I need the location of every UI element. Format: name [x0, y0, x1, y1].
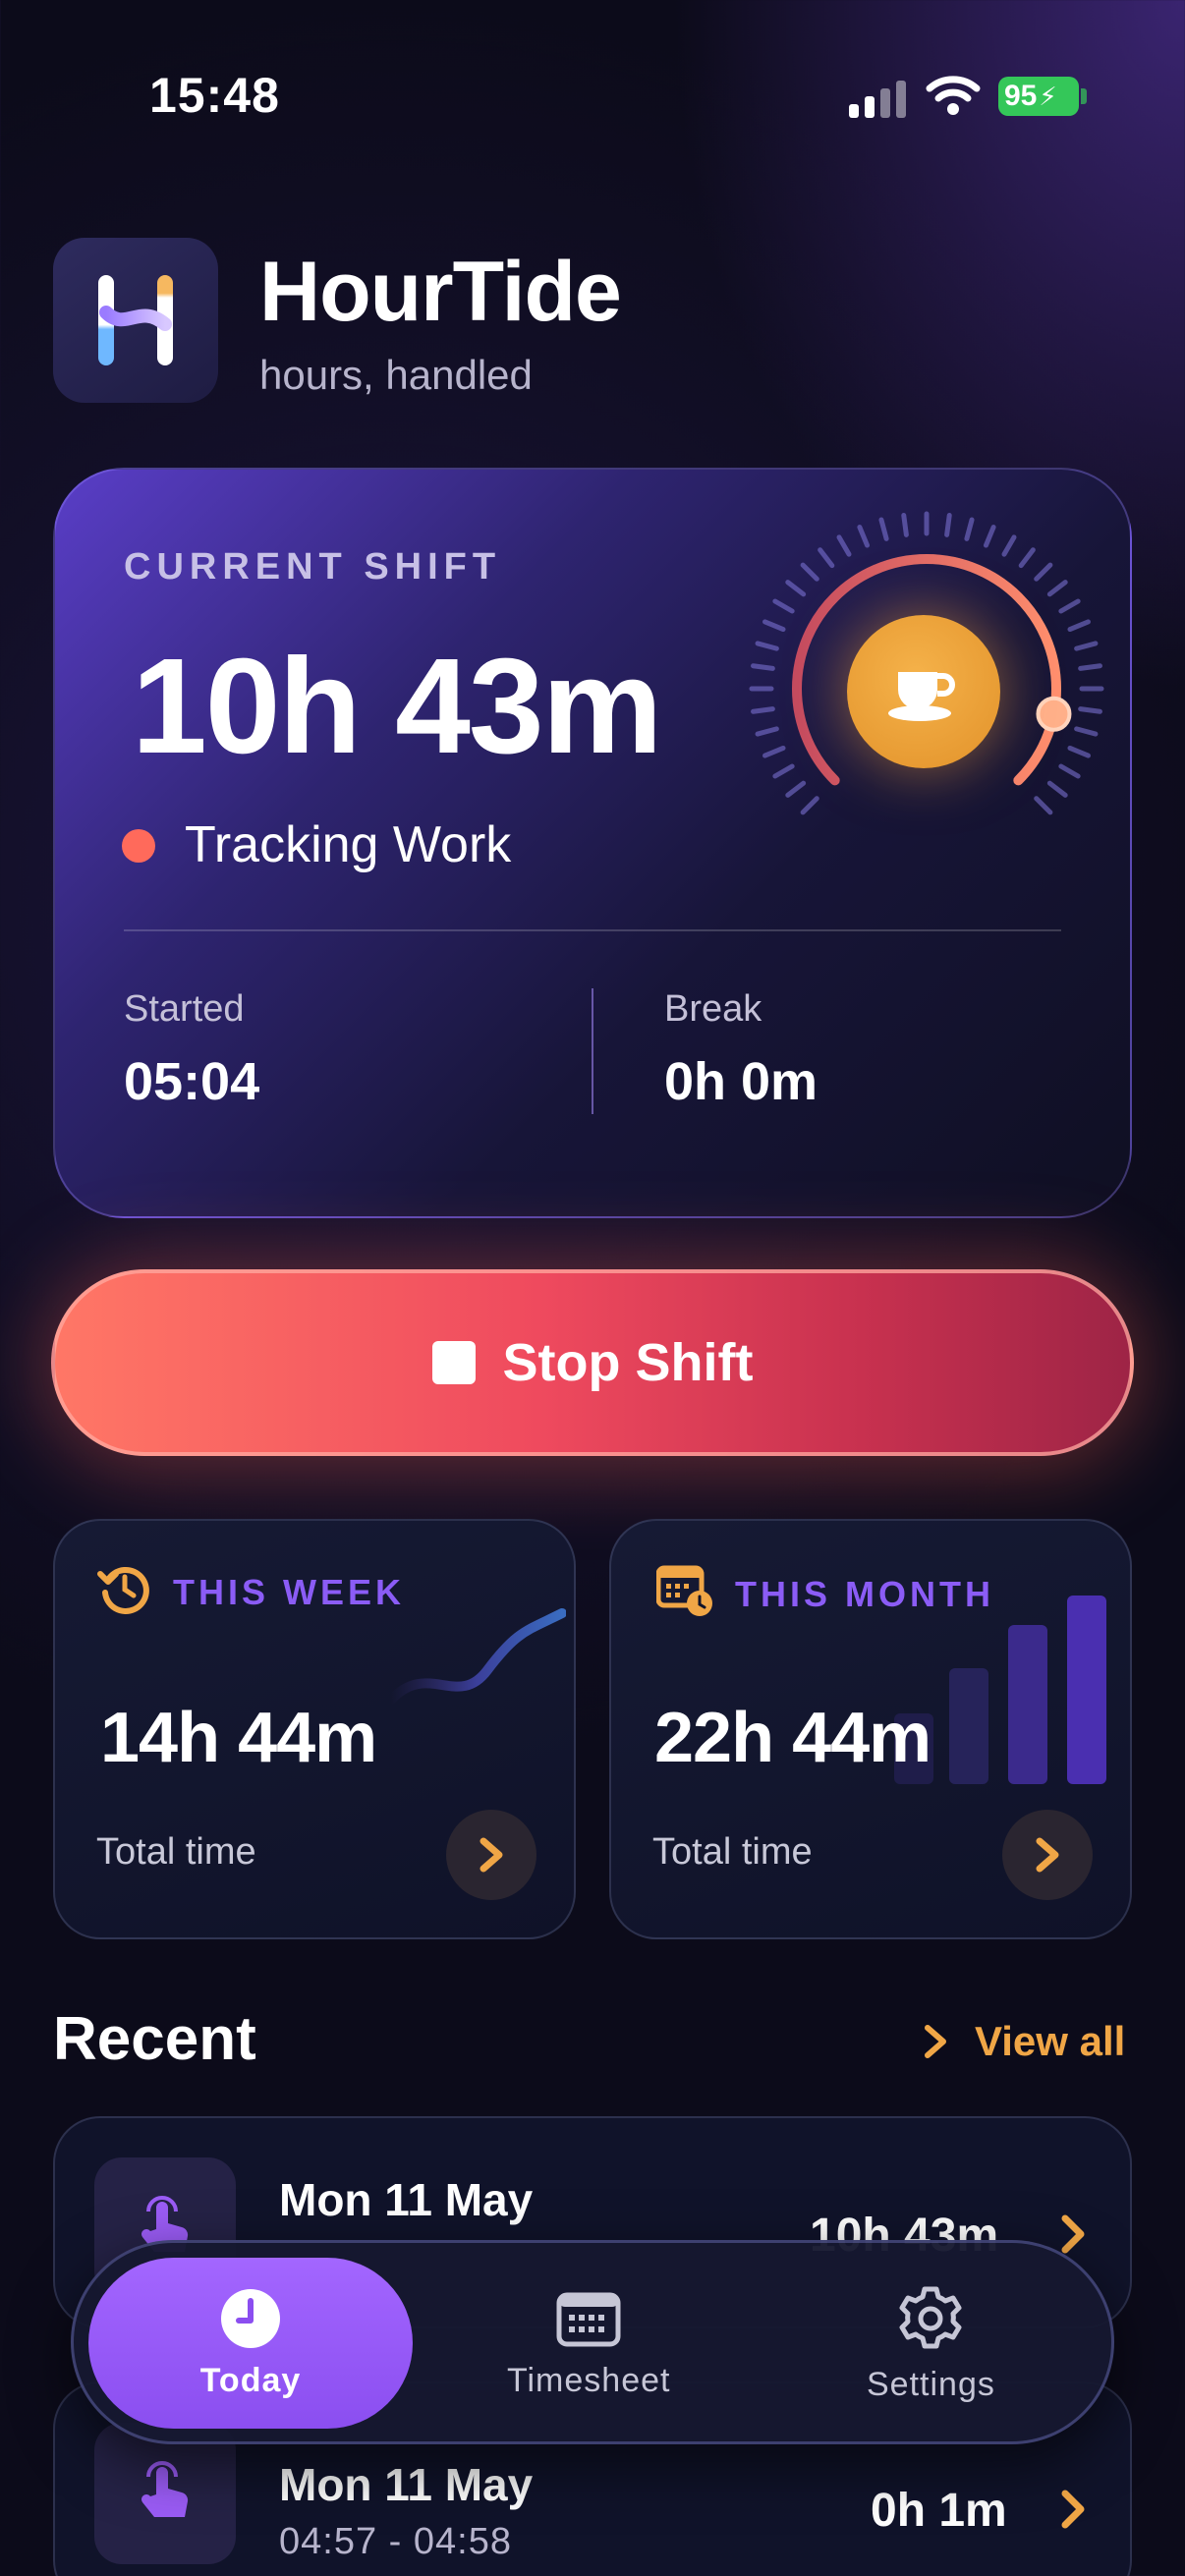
gauge-tick	[800, 562, 819, 582]
this-month-value: 22h 44m	[654, 1699, 931, 1777]
month-bar	[1067, 1596, 1106, 1784]
entry-time-range: 04:57 - 04:58	[279, 2521, 512, 2562]
this-week-value: 14h 44m	[100, 1699, 377, 1777]
gauge-tick	[1046, 780, 1068, 798]
gauge-tick	[751, 663, 775, 671]
history-clock-icon	[97, 1567, 149, 1614]
started-label: Started	[124, 988, 245, 1030]
gauge-tick	[751, 706, 775, 714]
this-week-card[interactable]: THIS WEEK 14h 44m Total time	[53, 1519, 576, 1939]
entry-date: Mon 11 May	[279, 2459, 534, 2510]
tracking-status-dot	[122, 829, 155, 863]
calendar-icon	[556, 2292, 621, 2347]
gauge-tick	[1067, 619, 1091, 633]
gauge-tick	[1018, 547, 1036, 569]
gauge-tick	[1078, 706, 1102, 714]
stop-shift-button[interactable]: Stop Shift	[51, 1269, 1134, 1456]
tab-settings[interactable]: Settings	[867, 2285, 995, 2404]
tab-settings-label: Settings	[867, 2366, 995, 2403]
stop-shift-label: Stop Shift	[502, 1333, 754, 1392]
this-week-arrow-button[interactable]	[446, 1810, 536, 1900]
this-month-label: THIS MONTH	[735, 1574, 994, 1614]
coffee-cup-icon	[888, 672, 955, 721]
month-bar	[949, 1668, 988, 1784]
wifi-icon	[926, 76, 981, 115]
charging-icon: ⚡	[1039, 81, 1057, 111]
gauge-tick	[1067, 745, 1091, 758]
gauge-tick	[1001, 534, 1017, 557]
calendar-clock-icon	[656, 1565, 712, 1616]
gauge-tick	[1074, 641, 1099, 651]
gauge-tick	[755, 641, 779, 651]
this-week-sub: Total time	[96, 1831, 256, 1873]
gauge-tick	[818, 547, 835, 569]
gauge-tick	[1034, 796, 1053, 815]
gauge-tick	[800, 796, 819, 815]
gauge-tick	[944, 513, 952, 537]
gauge-tick	[762, 619, 786, 633]
clock-icon	[221, 2288, 280, 2348]
gauge-tick	[785, 780, 807, 798]
gauge-tick	[1078, 663, 1102, 671]
gauge-tick	[785, 580, 807, 597]
shift-card-divider	[124, 929, 1061, 931]
this-month-card[interactable]: THIS MONTH 22h 44m Total time	[609, 1519, 1132, 1939]
shift-elapsed-time: 10h 43m	[132, 631, 662, 782]
tab-today-label: Today	[199, 2361, 302, 2399]
this-month-sub: Total time	[652, 1831, 813, 1873]
gauge-tick	[1046, 580, 1068, 597]
this-month-arrow-button[interactable]	[1002, 1810, 1093, 1900]
take-break-button[interactable]	[847, 615, 1000, 768]
chevron-right-icon	[480, 1837, 503, 1873]
chevron-right-icon	[1061, 2214, 1085, 2254]
app-logo	[53, 238, 218, 403]
progress-knob	[1036, 696, 1072, 732]
gauge-tick	[857, 525, 871, 548]
this-week-label: THIS WEEK	[173, 1572, 406, 1612]
tracking-status-label: Tracking Work	[185, 816, 512, 873]
gauge-tick	[762, 745, 786, 758]
gauge-tick	[1058, 598, 1081, 614]
app-title: HourTide	[259, 245, 622, 339]
gauge-tick	[983, 525, 996, 548]
chevron-right-icon	[1061, 2490, 1085, 2529]
week-trend-line	[389, 1608, 566, 1705]
shift-card-vertical-divider	[592, 988, 593, 1114]
chevron-right-icon	[1036, 1837, 1059, 1873]
gauge-tick	[878, 517, 889, 541]
tab-today[interactable]: Today	[88, 2258, 413, 2429]
gauge-tick	[1034, 562, 1053, 582]
tap-hand-icon	[141, 2461, 189, 2517]
view-all-label: View all	[975, 2018, 1126, 2064]
recent-section-title: Recent	[53, 2005, 256, 2073]
chevron-right-icon	[925, 2025, 946, 2058]
status-time: 15:48	[149, 68, 280, 123]
gear-icon	[899, 2286, 962, 2349]
app-subtitle: hours, handled	[259, 352, 533, 398]
break-label: Break	[664, 988, 762, 1030]
entry-date: Mon 11 May	[279, 2174, 534, 2225]
gauge-tick	[772, 598, 795, 614]
tab-timesheet[interactable]: Timesheet	[507, 2289, 670, 2400]
gauge-tick	[772, 763, 795, 779]
battery-indicator: 95 ⚡	[998, 77, 1079, 116]
month-bar	[1008, 1625, 1047, 1784]
tab-timesheet-label: Timesheet	[507, 2362, 671, 2399]
entry-duration: 0h 1m	[871, 2485, 1007, 2537]
cell-signal-icon	[849, 79, 908, 118]
view-all-link[interactable]: View all	[922, 2018, 1125, 2065]
stop-icon	[431, 1341, 476, 1384]
battery-tip	[1081, 88, 1087, 104]
break-value: 0h 0m	[664, 1052, 818, 1111]
hourtide-logo-icon	[98, 275, 173, 365]
started-value: 05:04	[124, 1052, 260, 1111]
gauge-tick	[1074, 726, 1099, 737]
gauge-tick	[901, 513, 909, 537]
gauge-tick	[755, 726, 779, 737]
current-shift-label: CURRENT SHIFT	[124, 546, 502, 588]
gauge-tick	[1058, 763, 1081, 779]
gauge-tick	[836, 534, 852, 557]
battery-level: 95	[1004, 80, 1038, 112]
gauge-tick	[964, 517, 975, 541]
